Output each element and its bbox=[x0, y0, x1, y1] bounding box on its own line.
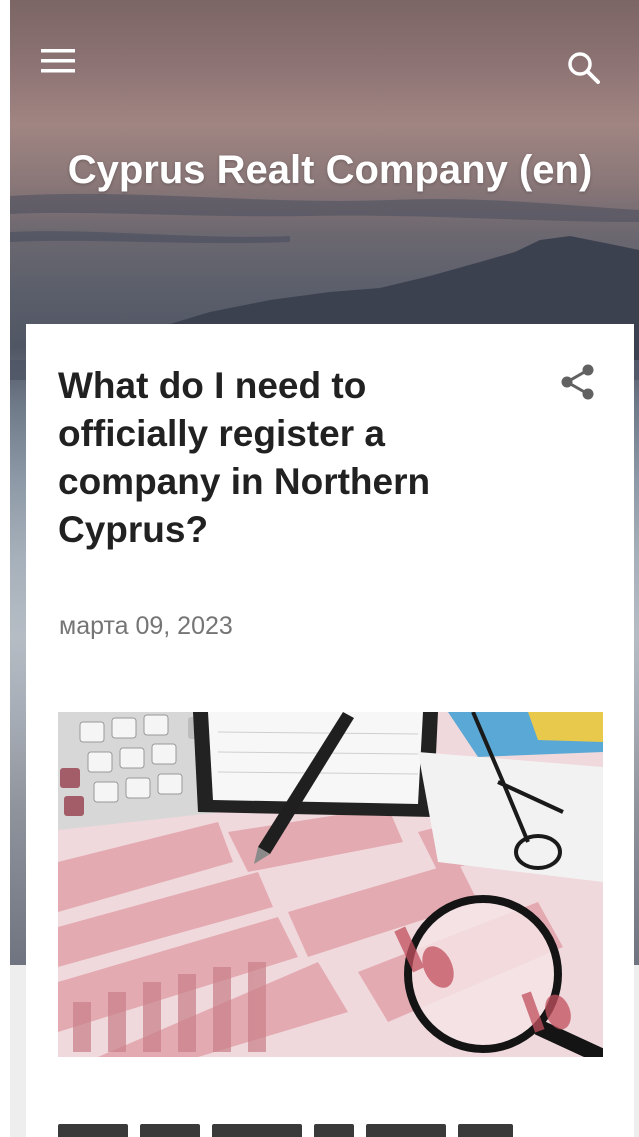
money-calculator-image bbox=[58, 712, 603, 1057]
post-title[interactable]: What do I need to officially register a … bbox=[58, 362, 518, 554]
post-date: марта 09, 2023 bbox=[59, 612, 233, 640]
search-icon bbox=[568, 52, 600, 84]
search-button[interactable] bbox=[566, 50, 622, 106]
share-icon bbox=[561, 364, 594, 400]
site-title[interactable]: Cyprus Realt Company (en) bbox=[50, 148, 610, 192]
menu-button[interactable] bbox=[38, 46, 94, 102]
page-frame: Cyprus Realt Company (en) What do I need… bbox=[10, 0, 639, 1137]
menu-icon bbox=[41, 49, 75, 73]
post-featured-image[interactable] bbox=[58, 712, 603, 1057]
post-card: What do I need to officially register a … bbox=[26, 324, 634, 1137]
post-snippet-cutoff bbox=[58, 1124, 598, 1137]
share-button[interactable] bbox=[550, 354, 606, 410]
